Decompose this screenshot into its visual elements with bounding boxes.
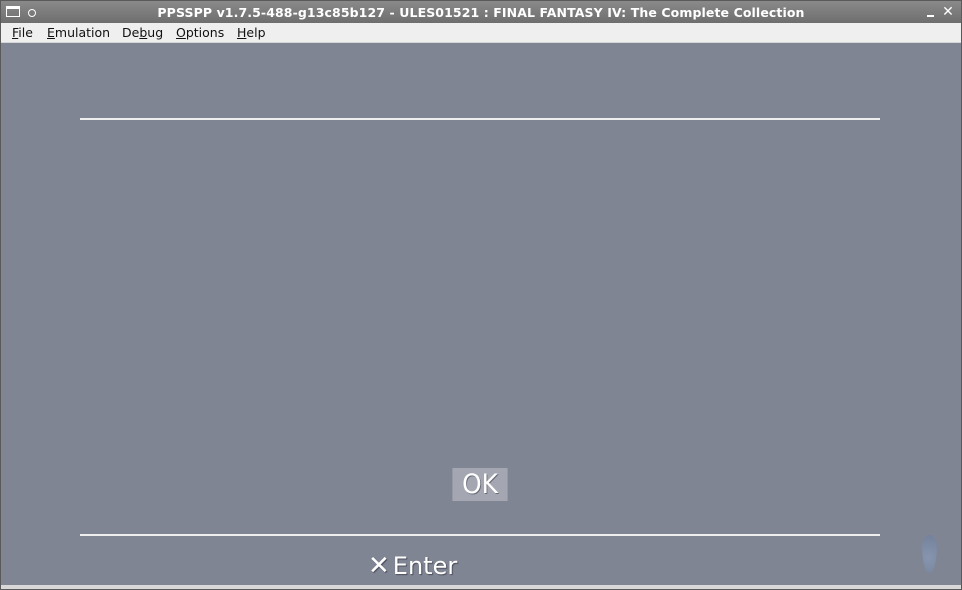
minimize-icon[interactable] — [927, 15, 934, 17]
dialog-bottom-divider — [80, 534, 880, 536]
menu-emulation[interactable]: Emulation — [47, 25, 110, 40]
menu-debug[interactable]: Debug — [122, 25, 163, 40]
menu-file-label: ile — [18, 25, 33, 40]
menu-emulation-label: mulation — [54, 25, 111, 40]
ok-button[interactable]: OK — [452, 468, 508, 501]
title-bar[interactable]: PPSSPP v1.7.5-488-g13c85b127 - ULES01521… — [1, 1, 961, 23]
window-title: PPSSPP v1.7.5-488-g13c85b127 - ULES01521… — [157, 5, 805, 20]
menu-options[interactable]: Options — [176, 25, 224, 40]
menu-bar: File Emulation Debug Options Help — [1, 23, 961, 43]
menu-help[interactable]: Help — [237, 25, 266, 40]
water-drop-icon — [922, 535, 937, 573]
menu-file[interactable]: File — [12, 25, 33, 40]
menu-options-mnemonic: O — [176, 25, 186, 40]
window-bottom-border — [1, 585, 961, 589]
enter-hint: ✕ Enter — [368, 549, 457, 583]
emulator-window: PPSSPP v1.7.5-488-g13c85b127 - ULES01521… — [0, 0, 962, 590]
menu-debug-label-pre: De — [122, 25, 140, 40]
dialog-top-divider — [80, 118, 880, 120]
cross-button-icon: ✕ — [368, 551, 390, 581]
menu-emulation-mnemonic: E — [47, 25, 55, 40]
menu-help-mnemonic: H — [237, 25, 247, 40]
menu-options-label: ptions — [185, 25, 225, 40]
game-screen[interactable]: OK ✕ Enter — [1, 43, 961, 585]
menu-help-label: elp — [246, 25, 266, 40]
enter-label: Enter — [392, 552, 458, 580]
menu-debug-label: ug — [147, 25, 164, 40]
close-icon[interactable]: ✕ — [941, 4, 955, 20]
